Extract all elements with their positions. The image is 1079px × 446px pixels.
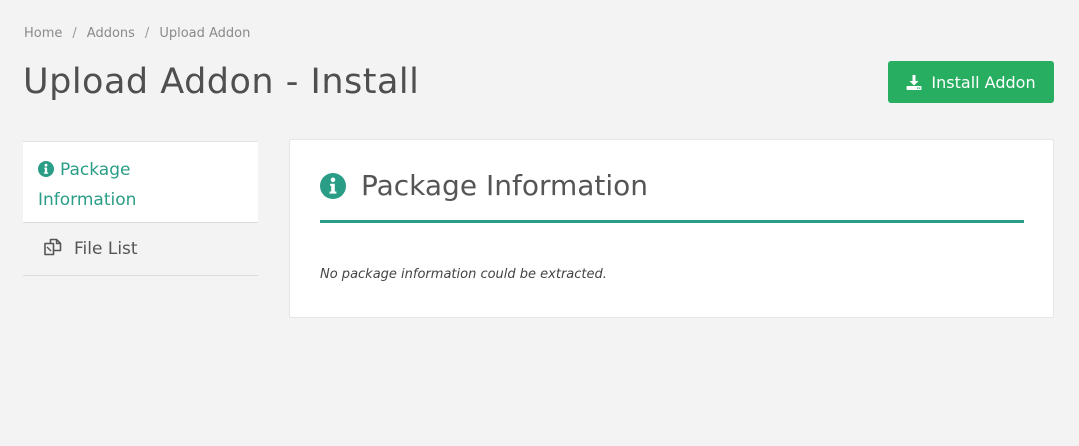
no-package-info-message: No package information could be extracte… (320, 267, 607, 282)
download-icon (906, 74, 922, 90)
breadcrumb: Home / Addons / Upload Addon (24, 26, 250, 41)
panel-header: Package Information (320, 168, 1024, 223)
sidebar-item-label-line2: Information (38, 190, 137, 210)
info-circle-icon (38, 158, 54, 186)
panel-title: Package Information (361, 169, 649, 202)
copy-files-icon (43, 238, 63, 261)
page-title: Upload Addon - Install (23, 62, 420, 102)
breadcrumb-separator: / (144, 26, 150, 41)
sidebar: Package Information File List (23, 141, 258, 276)
sidebar-item-label: File List (74, 239, 138, 259)
breadcrumb-separator: / (72, 26, 77, 41)
sidebar-item-package-information[interactable]: Package Information (23, 141, 258, 223)
sidebar-item-file-list[interactable]: File List (23, 223, 258, 276)
breadcrumb-upload-addon[interactable]: Upload Addon (159, 26, 250, 41)
install-addon-button[interactable]: Install Addon (888, 61, 1054, 103)
package-information-panel: Package Information No package informati… (289, 139, 1054, 318)
sidebar-item-label: Package (60, 160, 131, 180)
breadcrumb-addons[interactable]: Addons (87, 26, 135, 41)
info-circle-icon (320, 173, 346, 203)
breadcrumb-home[interactable]: Home (24, 26, 62, 41)
install-addon-label: Install Addon (931, 72, 1036, 92)
